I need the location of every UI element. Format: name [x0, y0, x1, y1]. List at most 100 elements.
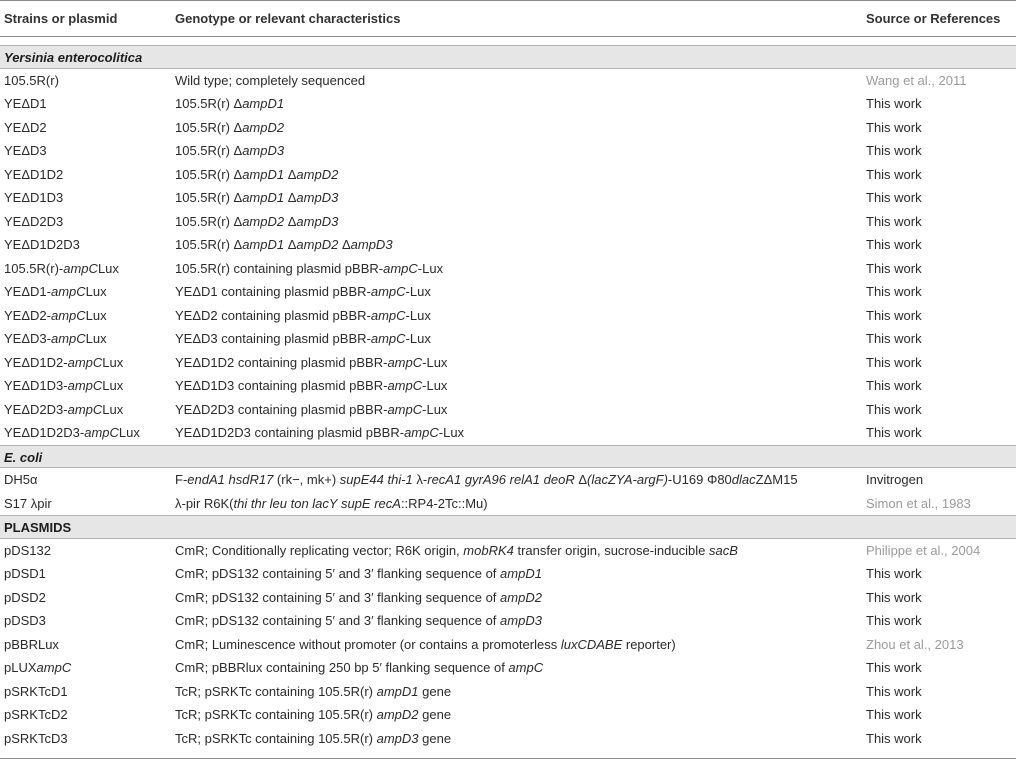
table-row: pDSD1 CmR; pDS132 containing 5′ and 3′ fl… [0, 562, 1016, 586]
reference-link[interactable]: Zhou et al., 2013 [866, 633, 964, 657]
section-title: E. coli [4, 449, 43, 465]
genotype-cell: TcR; pSRKTc containing 105.5R(r) ampD3 g… [175, 730, 452, 746]
genotype-cell: 105.5R(r) ΔampD2 [175, 119, 285, 135]
source-cell: This work [866, 260, 922, 276]
strain-cell: YEΔD1D3-ampCLux [4, 378, 124, 393]
reference-link[interactable]: Philippe et al., 2004 [866, 539, 980, 563]
genotype-cell: YEΔD1D2D3 containing plasmid pBBR-ampC-L… [175, 425, 465, 440]
reference-link[interactable]: Wang et al., 2011 [866, 69, 966, 93]
table-row: YEΔD1D2-ampCLux YEΔD1D2 containing plasmi… [0, 351, 1016, 375]
genotype-cell: YEΔD1D2 containing plasmid pBBR-ampC-Lux [175, 354, 448, 370]
table-row: pSRKTcD1 TcR; pSRKTc containing 105.5R(r)… [0, 680, 1016, 704]
table-row: pBBRLux CmR; Luminescence without promote… [0, 633, 1016, 657]
strain-cell: YEΔD1D3 [4, 190, 64, 205]
strain-cell: pSRKTcD3 [4, 730, 68, 746]
strain-cell: pDSD1 [4, 566, 46, 581]
source-cell: This work [866, 237, 922, 252]
table-header-row: Strains or plasmid Genotype or relevant … [0, 1, 1016, 37]
strain-cell: pDSD3 [4, 613, 46, 628]
strains-plasmids-table: Strains or plasmid Genotype or relevant … [0, 0, 1016, 761]
strain-cell: DH5α [4, 472, 38, 487]
genotype-cell: λ-pir R6K(thi thr leu ton lacY supE recA… [175, 495, 488, 511]
header-genotype: Genotype or relevant characteristics [175, 11, 401, 26]
table-row: pDS132 CmR; Conditionally replicating vec… [0, 539, 1016, 563]
source-cell: This work [866, 119, 922, 135]
genotype-cell: 105.5R(r) ΔampD2 ΔampD3 [175, 213, 339, 229]
source-cell: This work [866, 284, 922, 299]
genotype-cell: F-endA1 hsdR17 (rk−, mk+) supE44 thi-1 λ… [175, 472, 798, 487]
genotype-cell: TcR; pSRKTc containing 105.5R(r) ampD1 g… [175, 683, 452, 699]
source-cell: Invitrogen [866, 472, 924, 487]
source-cell: This work [866, 213, 922, 229]
source-cell: This work [866, 425, 922, 440]
table-row: YEΔD3-ampCLux YEΔD3 containing plasmid pB… [0, 327, 1016, 351]
strain-cell: YEΔD1D2-ampCLux [4, 354, 124, 370]
genotype-cell: CmR; pBBRlux containing 250 bp 5′ flanki… [175, 660, 544, 675]
genotype-cell: CmR; pDS132 containing 5′ and 3′ flankin… [175, 566, 542, 581]
source-cell: This work [866, 378, 922, 393]
strain-cell: pSRKTcD2 [4, 707, 68, 722]
source-cell: This work [866, 354, 922, 370]
strain-cell: YEΔD2-ampCLux [4, 307, 107, 323]
table-row: pLUXampC CmR; pBBRlux containing 250 bp 5… [0, 656, 1016, 680]
section-header-row: Yersinia enterocolitica [0, 45, 1016, 69]
genotype-cell: TcR; pSRKTc containing 105.5R(r) ampD2 g… [175, 707, 452, 722]
table-row: pDSD2 CmR; pDS132 containing 5′ and 3′ fl… [0, 586, 1016, 610]
genotype-cell: 105.5R(r) ΔampD1 ΔampD2 [175, 166, 339, 182]
strain-cell: pDS132 [4, 542, 51, 558]
section-title: PLASMIDS [4, 520, 72, 535]
strain-cell: S17 λpir [4, 495, 52, 511]
header-source: Source or References [866, 11, 1001, 26]
table-row: 105.5R(r)-ampCLux 105.5R(r) containing pl… [0, 257, 1016, 281]
table-row: YEΔD1D2 105.5R(r) ΔampD1 ΔampD2 This work [0, 163, 1016, 187]
source-cell: This work [866, 613, 922, 628]
genotype-cell: 105.5R(r) ΔampD1 ΔampD3 [175, 190, 339, 205]
table-row: YEΔD3 105.5R(r) ΔampD3 This work [0, 139, 1016, 163]
table-row: pSRKTcD3 TcR; pSRKTc containing 105.5R(r)… [0, 727, 1016, 751]
table-row: YEΔD2 105.5R(r) ΔampD2 This work [0, 116, 1016, 140]
genotype-cell: 105.5R(r) containing plasmid pBBR-ampC-L… [175, 260, 444, 276]
source-cell: This work [866, 589, 922, 605]
source-cell: This work [866, 143, 922, 158]
table-row: 105.5R(r) Wild type; completely sequenced… [0, 69, 1016, 93]
table-row: YEΔD1D3 105.5R(r) ΔampD1 ΔampD3 This work [0, 186, 1016, 210]
genotype-cell: 105.5R(r) ΔampD3 [175, 143, 285, 158]
genotype-cell: Wild type; completely sequenced [175, 72, 366, 88]
strain-cell: YEΔD2D3 [4, 213, 64, 229]
table-row: pDSD3 CmR; pDS132 containing 5′ and 3′ fl… [0, 609, 1016, 633]
table-row: YEΔD2D3-ampCLux YEΔD2D3 containing plasmi… [0, 398, 1016, 422]
strain-cell: YEΔD3 [4, 143, 47, 158]
genotype-cell: YEΔD2 containing plasmid pBBR-ampC-Lux [175, 307, 431, 323]
source-cell: This work [866, 730, 922, 746]
reference-link[interactable]: Simon et al., 1983 [866, 492, 971, 516]
table-row: YEΔD1D2D3 105.5R(r) ΔampD1 ΔampD2 ΔampD3 T… [0, 233, 1016, 257]
genotype-cell: CmR; pDS132 containing 5′ and 3′ flankin… [175, 589, 542, 605]
strain-cell: YEΔD1D2D3 [4, 237, 80, 252]
table-row: YEΔD1 105.5R(r) ΔampD1 This work [0, 92, 1016, 116]
genotype-cell: YEΔD3 containing plasmid pBBR-ampC-Lux [175, 331, 431, 346]
genotype-cell: 105.5R(r) ΔampD1 ΔampD2 ΔampD3 [175, 237, 393, 252]
table-row: YEΔD2D3 105.5R(r) ΔampD2 ΔampD3 This work [0, 210, 1016, 234]
table-row: S17 λpir λ-pir R6K(thi thr leu ton lacY s… [0, 492, 1016, 516]
strain-cell: YEΔD1 [4, 96, 47, 111]
section-header-row: E. coli [0, 444, 1016, 468]
genotype-cell: 105.5R(r) ΔampD1 [175, 96, 285, 111]
table-row: YEΔD2-ampCLux YEΔD2 containing plasmid pB… [0, 304, 1016, 328]
table-row: DH5α F-endA1 hsdR17 (rk−, mk+) supE44 thi… [0, 468, 1016, 492]
source-cell: This work [866, 566, 922, 581]
strain-cell: YEΔD3-ampCLux [4, 331, 107, 346]
table-row: YEΔD1D3-ampCLux YEΔD1D3 containing plasmi… [0, 374, 1016, 398]
source-cell: This work [866, 166, 922, 182]
source-cell: This work [866, 683, 922, 699]
strain-cell: pDSD2 [4, 589, 46, 605]
strain-cell: YEΔD1D2 [4, 166, 64, 182]
source-cell: This work [866, 660, 922, 675]
section-title: Yersinia enterocolitica [4, 50, 143, 65]
source-cell: This work [866, 307, 922, 323]
strain-cell: YEΔD1D2D3-ampCLux [4, 425, 140, 440]
source-cell: This work [866, 707, 922, 722]
strain-cell: pBBRLux [4, 636, 59, 652]
strain-cell: 105.5R(r)-ampCLux [4, 260, 119, 276]
genotype-cell: CmR; Luminescence without promoter (or c… [175, 636, 676, 652]
table-row: pSRKTcD2 TcR; pSRKTc containing 105.5R(r)… [0, 703, 1016, 727]
